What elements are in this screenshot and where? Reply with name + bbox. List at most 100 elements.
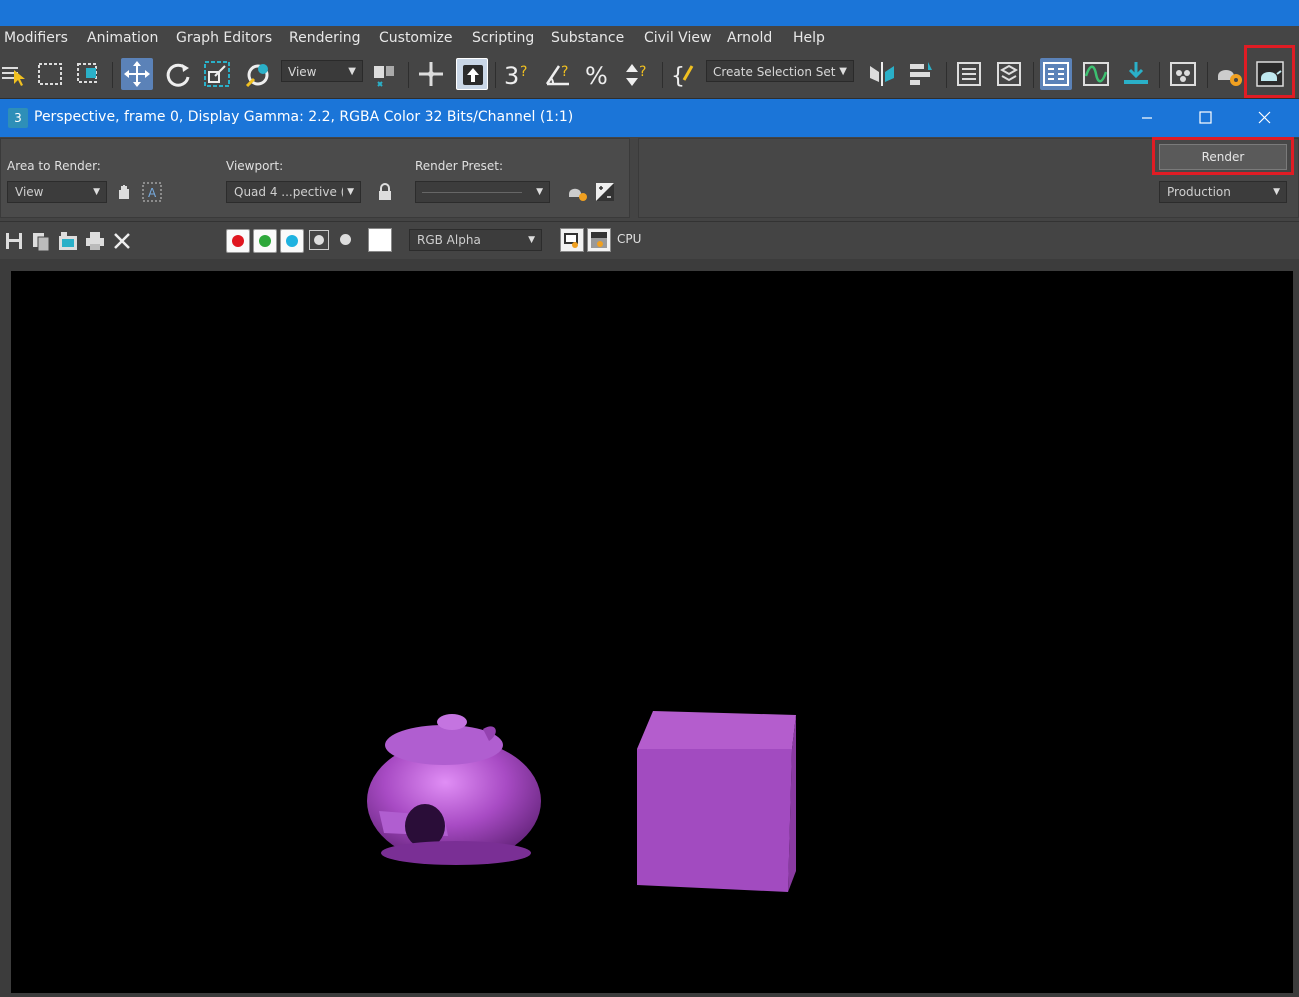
select-scale-icon[interactable] [201, 58, 233, 90]
mirror-icon[interactable] [866, 58, 898, 90]
render-preset-label: Render Preset: [415, 159, 503, 173]
minimize-button[interactable] [1134, 107, 1160, 129]
main-toolbar: View ▼ 3? ? % ? { Create Selection Set ▼ [0, 52, 1299, 99]
render-setup-icon[interactable] [1214, 58, 1246, 90]
chevron-down-icon: ▼ [528, 235, 535, 245]
toggle-ui-overlay-icon[interactable] [560, 228, 584, 252]
render-preset-dropdown[interactable]: ▼ [415, 181, 550, 203]
selection-set-value: Create Selection Set [713, 65, 836, 79]
material-editor-icon[interactable] [1167, 58, 1199, 90]
display-channel-dropdown[interactable]: RGB Alpha ▼ [409, 229, 542, 251]
select-move-icon[interactable] [121, 58, 153, 90]
menu-substance[interactable]: Substance [551, 30, 624, 46]
red-channel-toggle[interactable] [226, 229, 250, 253]
menu-rendering[interactable]: Rendering [289, 30, 361, 46]
select-by-name-icon[interactable] [0, 58, 32, 90]
keyboard-shortcut-override-icon[interactable] [456, 58, 488, 90]
render-setup-icon[interactable] [567, 181, 589, 203]
render-mode-dropdown[interactable]: Production ▼ [1159, 181, 1287, 203]
chevron-down-icon: ▼ [93, 187, 100, 197]
select-place-icon[interactable] [241, 58, 273, 90]
align-icon[interactable] [906, 58, 938, 90]
maximize-icon [1199, 111, 1212, 124]
use-pivot-icon[interactable] [368, 58, 400, 90]
select-rotate-icon[interactable] [162, 58, 194, 90]
blue-channel-icon [286, 235, 298, 247]
svg-text:A: A [148, 186, 157, 200]
clear-icon[interactable] [111, 230, 133, 252]
menu-bar: Modifiers Animation Graph Editors Render… [0, 26, 1299, 52]
scene-explorer-icon[interactable] [953, 58, 985, 90]
render-window-title-bar: 3 Perspective, frame 0, Display Gamma: 2… [0, 99, 1299, 137]
svg-text:?: ? [520, 64, 527, 80]
window-crossing-icon[interactable] [73, 58, 105, 90]
copy-image-icon[interactable] [57, 230, 79, 252]
rendered-image[interactable] [11, 271, 1293, 993]
svg-text:3: 3 [504, 62, 519, 90]
menu-scripting[interactable]: Scripting [472, 30, 534, 46]
green-channel-toggle[interactable] [253, 229, 277, 253]
menu-graph-editors[interactable]: Graph Editors [176, 30, 272, 46]
reference-coord-dropdown[interactable]: View ▼ [281, 60, 363, 82]
menu-customize[interactable]: Customize [379, 30, 453, 46]
app-title-bar [0, 0, 1299, 26]
curve-editor-icon[interactable] [1080, 58, 1112, 90]
toggle-ui-icon[interactable] [587, 228, 611, 252]
render-mode-value: Production [1167, 185, 1231, 199]
named-selection-set-dropdown[interactable]: Create Selection Set ▼ [706, 60, 854, 82]
edit-named-selection-icon[interactable]: { [668, 58, 700, 90]
menu-civil-view[interactable]: Civil View [644, 30, 711, 46]
menu-animation[interactable]: Animation [87, 30, 158, 46]
preset-separator [422, 192, 522, 193]
percent-snap-icon[interactable]: % [583, 58, 615, 90]
green-channel-icon [259, 235, 271, 247]
menu-modifiers[interactable]: Modifiers [4, 30, 68, 46]
chevron-down-icon: ▼ [1273, 187, 1280, 197]
print-image-icon[interactable] [84, 230, 106, 252]
area-to-render-value: View [15, 185, 44, 199]
svg-text:?: ? [561, 64, 568, 80]
render-options-group [0, 138, 630, 218]
clone-window-icon[interactable] [30, 230, 52, 252]
background-color-swatch[interactable] [368, 228, 392, 252]
red-channel-icon [232, 235, 244, 247]
svg-text:?: ? [639, 64, 646, 80]
snaps-3d-icon[interactable]: 3? [502, 58, 534, 90]
save-image-icon[interactable] [3, 230, 25, 252]
minimize-icon [1142, 117, 1152, 119]
environment-exposure-icon[interactable] [594, 181, 616, 203]
highlight-rendered-frame-window [1244, 45, 1295, 98]
layer-explorer-icon[interactable] [993, 58, 1025, 90]
lock-viewport-icon[interactable] [374, 181, 396, 203]
area-to-render-label: Area to Render: [7, 159, 101, 173]
highlight-render-button [1152, 137, 1294, 175]
viewport-dropdown[interactable]: Quad 4 ...pective ( ▼ [226, 181, 361, 203]
reference-coord-value: View [288, 65, 317, 79]
rectangular-selection-icon[interactable] [34, 58, 66, 90]
viewport-value: Quad 4 ...pective ( [234, 185, 346, 199]
maximize-button[interactable] [1192, 107, 1218, 129]
area-to-render-dropdown[interactable]: View ▼ [7, 181, 107, 203]
select-manipulate-icon[interactable] [415, 58, 447, 90]
app-logo-icon: 3 [8, 108, 28, 128]
chevron-down-icon: ▼ [343, 182, 354, 202]
chevron-down-icon: ▼ [348, 66, 356, 77]
angle-snap-icon[interactable]: ? [543, 58, 575, 90]
auto-region-icon[interactable]: A [141, 181, 163, 203]
toggle-ribbon-icon[interactable] [1040, 58, 1072, 90]
render-window-title: Perspective, frame 0, Display Gamma: 2.2… [34, 109, 574, 125]
render-controls-panel: Area to Render: View ▼ A Viewport: Quad … [0, 137, 1299, 221]
menu-arnold[interactable]: Arnold [727, 30, 772, 46]
schematic-view-icon[interactable] [1120, 58, 1152, 90]
alpha-channel-toggle[interactable] [309, 230, 329, 250]
blue-channel-toggle[interactable] [280, 229, 304, 253]
monochrome-icon[interactable] [340, 234, 351, 245]
edit-region-icon[interactable] [113, 181, 135, 203]
frame-buffer-toolbar [0, 221, 1299, 260]
menu-help[interactable]: Help [793, 30, 825, 46]
chevron-down-icon: ▼ [839, 66, 847, 77]
spinner-snap-icon[interactable]: ? [622, 58, 654, 90]
display-channel-value: RGB Alpha [417, 233, 481, 247]
close-button[interactable] [1251, 107, 1277, 129]
box-object [637, 711, 796, 892]
